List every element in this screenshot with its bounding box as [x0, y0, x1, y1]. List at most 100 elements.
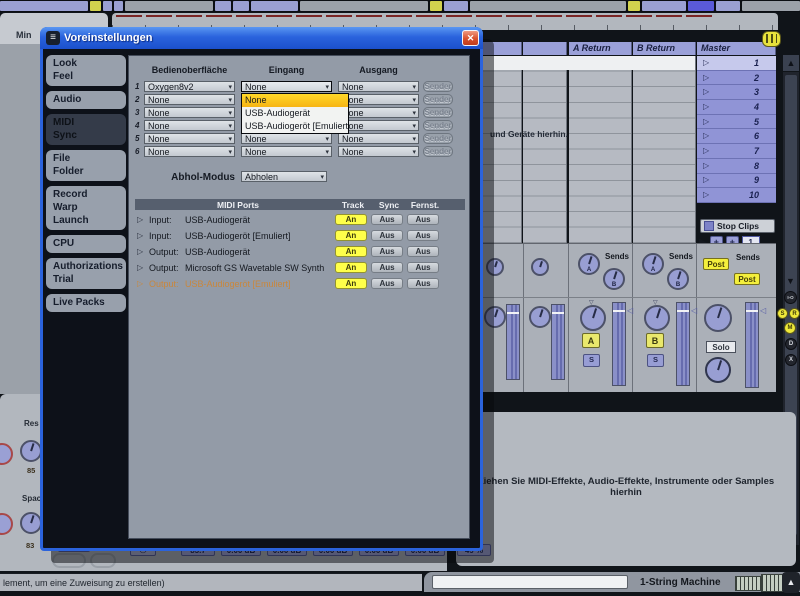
tab-record-warp-launch[interactable]: RecordWarpLaunch — [46, 186, 126, 230]
send-b-knob[interactable]: B — [667, 268, 689, 290]
return-a-slot-column[interactable] — [569, 56, 632, 243]
tab-audio[interactable]: Audio — [46, 91, 126, 109]
sync-toggle[interactable]: Aus — [371, 246, 403, 257]
volume-fader[interactable] — [506, 304, 520, 380]
volume-fader[interactable] — [676, 302, 690, 386]
scene-play-icon[interactable]: ▷ — [703, 191, 709, 199]
tab-authorizations-trial[interactable]: AuthorizationsTrial — [46, 258, 126, 289]
send-a-knob[interactable]: A — [578, 253, 600, 275]
remote-toggle[interactable]: Aus — [407, 214, 439, 225]
scene-play-icon[interactable]: ▷ — [703, 176, 709, 184]
send-knob[interactable] — [486, 258, 504, 276]
scene-play-icon[interactable]: ▷ — [703, 162, 709, 170]
expand-icon[interactable]: ▷ — [137, 231, 149, 240]
key-map-icon[interactable] — [735, 576, 761, 591]
remote-toggle[interactable]: Aus — [407, 278, 439, 289]
track-header[interactable] — [478, 42, 522, 55]
surface-select[interactable]: None — [144, 94, 235, 105]
track-toggle[interactable]: An — [335, 214, 367, 225]
track-toggle[interactable]: An — [335, 230, 367, 241]
clip-segment[interactable] — [103, 1, 112, 11]
stop-clips-button[interactable]: Stop Clips — [700, 219, 775, 233]
input-select[interactable]: None — [241, 81, 332, 92]
dropdown-option[interactable]: USB-Audiogeröt [Emuliert] — [242, 120, 348, 133]
master-pan-knob[interactable] — [704, 304, 732, 332]
surface-select[interactable]: None — [144, 146, 235, 157]
device-spac-knob[interactable] — [20, 512, 42, 534]
output-select[interactable]: None — [338, 146, 419, 157]
surface-select[interactable]: None — [144, 107, 235, 118]
return-a-activator[interactable]: A — [582, 333, 600, 348]
sync-toggle[interactable]: Aus — [371, 230, 403, 241]
scene-slot[interactable]: ▷10 — [697, 188, 776, 203]
pan-knob[interactable] — [484, 306, 506, 328]
clip-segment[interactable] — [716, 1, 740, 11]
scene-slot[interactable]: ▷4 — [697, 100, 776, 115]
clip-segment[interactable] — [628, 1, 640, 11]
clip-segment[interactable] — [114, 1, 123, 11]
dump-button[interactable]: Sender — [423, 94, 453, 105]
clip-segment[interactable] — [215, 1, 231, 11]
output-select[interactable]: None — [338, 81, 419, 92]
surface-select[interactable]: None — [144, 120, 235, 131]
track-toggle[interactable]: An — [335, 278, 367, 289]
device-footer-button[interactable] — [52, 553, 86, 568]
tab-cpu[interactable]: CPU — [46, 235, 126, 253]
scene-slot[interactable]: ▷8 — [697, 159, 776, 174]
clip-slot-column[interactable] — [478, 56, 522, 243]
output-select[interactable]: None — [338, 107, 419, 118]
post-toggle[interactable]: Post — [734, 273, 760, 285]
device-param-value[interactable]: 85 — [27, 466, 35, 475]
volume-fader[interactable] — [551, 304, 565, 380]
remote-toggle[interactable]: Aus — [407, 246, 439, 257]
collapse-arrow-icon[interactable]: ▼ — [786, 277, 795, 286]
sync-toggle[interactable]: Aus — [371, 214, 403, 225]
dropdown-option[interactable]: None — [242, 94, 348, 107]
clip-segment[interactable] — [688, 1, 714, 11]
track-delay-toggle[interactable]: D — [785, 338, 797, 350]
clip-segment[interactable] — [470, 1, 626, 11]
scroll-up-button[interactable]: ▲ — [783, 55, 799, 71]
clip-segment[interactable] — [642, 1, 686, 11]
pan-knob[interactable] — [644, 305, 670, 331]
clip-segment[interactable] — [444, 1, 468, 11]
selected-slot-row[interactable] — [478, 56, 696, 70]
solo-button[interactable]: S — [647, 354, 664, 367]
scene-play-icon[interactable]: ▷ — [703, 59, 709, 67]
dump-button[interactable]: Sender — [423, 146, 453, 157]
clip-segment[interactable] — [125, 1, 213, 11]
info-field[interactable] — [432, 575, 628, 589]
device-drop-area[interactable]: Ziehen Sie MIDI-Effekte, Audio-Effekte, … — [456, 412, 796, 566]
device-footer-button[interactable] — [90, 553, 116, 568]
scene-slot[interactable]: ▷7 — [697, 144, 776, 159]
clip-segment[interactable] — [742, 1, 800, 11]
clip-segment[interactable] — [233, 1, 249, 11]
tab-midi-sync[interactable]: MIDISync — [46, 114, 126, 145]
output-select[interactable]: None — [338, 120, 419, 131]
send-a-knob[interactable]: A — [642, 253, 664, 275]
return-a-header[interactable]: A Return — [569, 42, 632, 55]
remote-toggle[interactable]: Aus — [407, 230, 439, 241]
dump-button[interactable]: Sender — [423, 133, 453, 144]
detail-view-toggle[interactable]: ▲ — [782, 572, 800, 593]
scene-slot[interactable]: ▷2 — [697, 71, 776, 86]
input-select[interactable]: None — [241, 146, 332, 157]
sends-toggle[interactable]: S — [777, 308, 788, 319]
surface-select[interactable]: None — [144, 133, 235, 144]
remote-toggle[interactable]: Aus — [407, 262, 439, 273]
scene-play-icon[interactable]: ▷ — [703, 147, 709, 155]
sync-toggle[interactable]: Aus — [371, 262, 403, 273]
clip-segment[interactable] — [90, 1, 101, 11]
dump-button[interactable]: Sender — [423, 120, 453, 131]
return-b-slot-column[interactable] — [633, 56, 696, 243]
dropdown-option[interactable]: USB-Audiogerät — [242, 107, 348, 120]
takeover-mode-select[interactable]: Abholen — [241, 171, 327, 182]
expand-icon[interactable]: ▷ — [137, 263, 149, 272]
output-select[interactable]: None — [338, 94, 419, 105]
io-toggle[interactable]: I-O — [784, 291, 797, 304]
pan-knob[interactable] — [580, 305, 606, 331]
tab-file-folder[interactable]: FileFolder — [46, 150, 126, 181]
sync-toggle[interactable]: Aus — [371, 278, 403, 289]
track-header[interactable] — [523, 42, 567, 55]
pan-knob[interactable] — [529, 306, 551, 328]
